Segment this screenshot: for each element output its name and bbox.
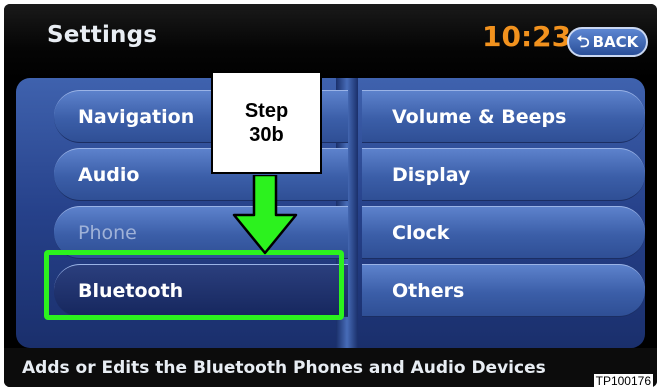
down-arrow-icon (232, 175, 298, 255)
page-title: Settings (47, 22, 158, 48)
menu-item-label: Display (392, 163, 471, 186)
step-number: 30b (249, 123, 284, 146)
menu-item-clock[interactable]: Clock (362, 206, 645, 259)
menu-item-others[interactable]: Others (362, 264, 645, 317)
reference-code: TP100176 (593, 374, 653, 388)
help-footer: Adds or Edits the Bluetooth Phones and A… (4, 348, 657, 387)
menu-item-label: Navigation (78, 105, 195, 128)
clock-display: 10:23 (482, 20, 572, 53)
menu-item-label: Audio (78, 163, 140, 186)
menu-item-label: Clock (392, 221, 450, 244)
menu-item-label: Phone (78, 221, 137, 244)
menu-item-volume-beeps[interactable]: Volume & Beeps (362, 90, 645, 143)
bluetooth-highlight-box (44, 250, 344, 320)
step-label: Step (244, 99, 289, 122)
back-arrow-icon: ⮌ (576, 32, 590, 51)
help-text: Adds or Edits the Bluetooth Phones and A… (22, 357, 546, 378)
menu-item-label: Volume & Beeps (392, 105, 567, 128)
back-button-label: BACK (592, 33, 639, 51)
back-button[interactable]: ⮌ BACK (567, 27, 648, 57)
header-bar: Settings 10:23 ⮌ BACK (4, 4, 657, 78)
menu-item-label: Others (392, 279, 465, 302)
settings-screen: Settings 10:23 ⮌ BACK Navigation Audio P… (4, 4, 657, 387)
menu-item-display[interactable]: Display (362, 148, 645, 201)
step-callout: Step 30b (211, 71, 322, 174)
